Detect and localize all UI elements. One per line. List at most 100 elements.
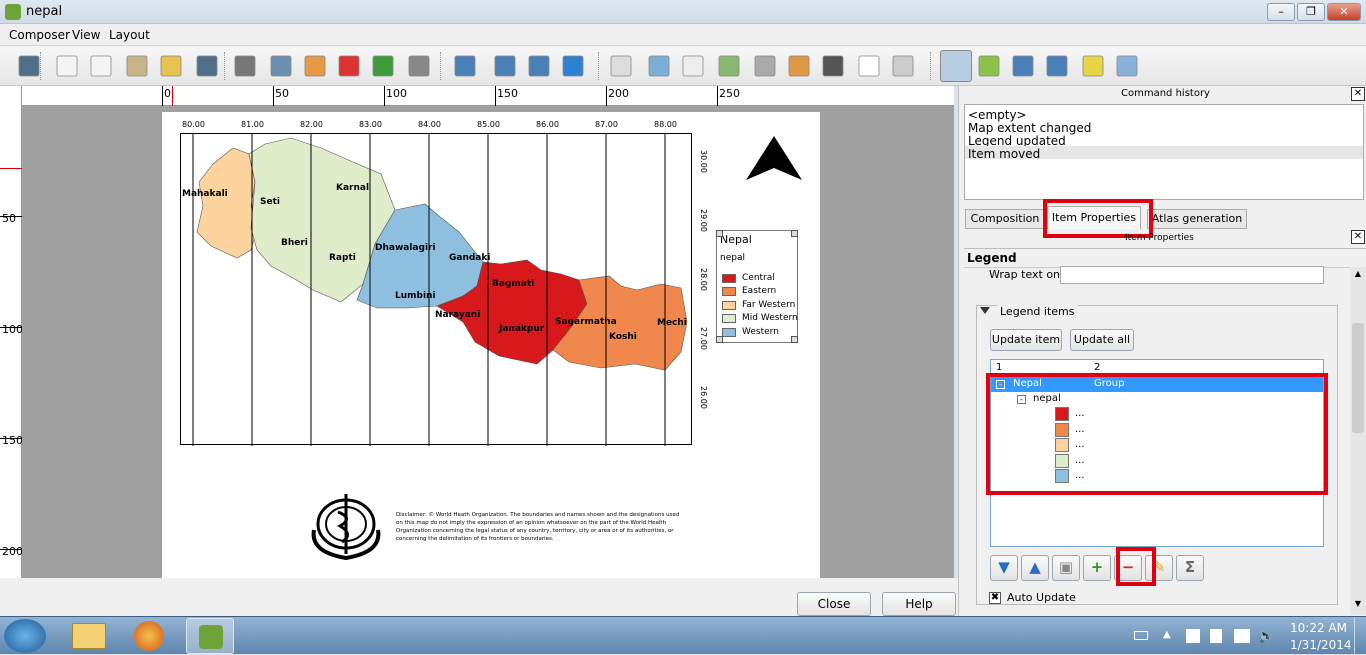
close-properties-button[interactable]: ✕ — [1351, 230, 1365, 244]
selection-handle[interactable] — [716, 230, 723, 237]
undo-icon[interactable] — [372, 55, 394, 77]
tab-composition[interactable]: Composition — [965, 209, 1045, 229]
clock-date[interactable]: 1/31/2014 — [1290, 638, 1352, 652]
command-history-list[interactable]: <empty> Map extent changed Legend update… — [964, 104, 1364, 200]
tab-atlas-generation[interactable]: Atlas generation — [1147, 209, 1247, 229]
duplicate-composer-icon[interactable] — [90, 55, 112, 77]
add-label-icon[interactable] — [682, 55, 704, 77]
tree-column-1[interactable]: 1 — [996, 362, 1002, 373]
move-content-icon[interactable] — [978, 55, 1000, 77]
add-group-icon[interactable]: ▣ — [1052, 555, 1080, 581]
add-scalebar-icon[interactable] — [754, 55, 776, 77]
menu-composer[interactable]: Composer — [9, 28, 70, 42]
maximize-button[interactable]: ❐ — [1297, 3, 1325, 21]
add-arrow-icon[interactable] — [822, 55, 844, 77]
add-map-icon[interactable] — [610, 55, 632, 77]
north-arrow-icon[interactable] — [744, 134, 804, 184]
close-button[interactable]: Close — [797, 592, 871, 616]
device-icon[interactable] — [1210, 629, 1222, 643]
tree-column-2[interactable]: 2 — [1094, 362, 1100, 373]
ruler-label: 100 — [2, 323, 23, 336]
raise-icon[interactable] — [1082, 55, 1104, 77]
zoom-in-icon[interactable] — [494, 55, 516, 77]
legend-items-label: Legend items — [997, 305, 1078, 318]
region-label: Narayani — [435, 310, 481, 320]
ruler-label: 200 — [2, 545, 23, 558]
update-item-button[interactable]: Update item — [990, 329, 1062, 351]
group-icon[interactable] — [1012, 55, 1034, 77]
keyboard-icon[interactable] — [1134, 631, 1148, 640]
save-template-icon[interactable] — [196, 55, 218, 77]
selection-handle[interactable] — [791, 336, 798, 343]
refresh-icon[interactable] — [562, 55, 584, 77]
legend-entry-label: Eastern — [742, 286, 777, 297]
action-center-icon[interactable] — [1186, 629, 1200, 643]
export-image-icon[interactable] — [270, 55, 292, 77]
highlight-box — [986, 373, 1328, 495]
minimize-button[interactable]: – — [1267, 3, 1295, 21]
load-template-icon[interactable] — [160, 55, 182, 77]
clock-time[interactable]: 10:22 AM — [1290, 621, 1347, 635]
add-item-icon[interactable]: + — [1083, 555, 1111, 581]
add-html-icon[interactable] — [892, 55, 914, 77]
selection-handle[interactable] — [791, 230, 798, 237]
move-down-icon[interactable]: ▼ — [990, 555, 1018, 581]
volume-icon[interactable]: 🔈 — [1258, 629, 1274, 644]
start-button[interactable] — [4, 619, 46, 653]
item-properties-subtitle: Item Properties — [1125, 233, 1194, 243]
show-desktop-button[interactable] — [1354, 617, 1366, 655]
export-svg-icon[interactable] — [304, 55, 326, 77]
region-label: Bagmati — [492, 279, 535, 289]
lat-label: 28.00 — [698, 268, 708, 291]
properties-scrollbar[interactable]: ▲ ▼ — [1350, 267, 1366, 615]
composer-canvas[interactable]: Mahakali Seti Karnal Bheri Rapti Dhawala… — [22, 106, 954, 578]
zoom-out-icon[interactable] — [528, 55, 550, 77]
export-pdf-icon[interactable] — [338, 55, 360, 77]
close-history-button[interactable]: ✕ — [1351, 87, 1365, 101]
select-icon[interactable] — [940, 50, 972, 82]
legend-entry-label: Far Western — [742, 299, 796, 310]
network-icon[interactable] — [1234, 629, 1250, 643]
history-item[interactable]: Map extent changed — [968, 121, 1091, 135]
map-item[interactable]: Mahakali Seti Karnal Bheri Rapti Dhawala… — [180, 133, 692, 446]
region-label: Karnal — [336, 183, 370, 193]
help-button[interactable]: Help — [882, 592, 956, 616]
add-shape-icon[interactable] — [788, 55, 810, 77]
toolbar-separator — [40, 52, 42, 80]
wrap-text-input[interactable] — [1060, 266, 1324, 284]
move-up-icon[interactable]: ▲ — [1021, 555, 1049, 581]
selection-handle[interactable] — [716, 336, 723, 343]
explorer-taskbar-icon[interactable] — [72, 623, 106, 649]
disclaimer-text: Disclaimer: © World Heath Organization. … — [396, 512, 680, 542]
section-title: Legend — [967, 251, 1017, 265]
collapse-arrow-icon[interactable] — [980, 307, 990, 314]
dialog-button-bar: Close Help — [0, 578, 958, 616]
title-bar: nepal – ❐ ✕ — [0, 0, 1366, 24]
history-item[interactable]: Item moved — [968, 147, 1040, 161]
print-icon[interactable] — [234, 55, 256, 77]
add-table-icon[interactable] — [858, 55, 880, 77]
add-image-icon[interactable] — [648, 55, 670, 77]
composer-manager-icon[interactable] — [126, 55, 148, 77]
show-hidden-icons[interactable]: ▲ — [1163, 629, 1171, 640]
menu-layout[interactable]: Layout — [109, 28, 150, 42]
zoom-full-icon[interactable] — [454, 55, 476, 77]
count-icon[interactable]: Σ — [1176, 555, 1204, 581]
wrap-text-label: Wrap text on — [989, 268, 1061, 281]
lon-label: 85.00 — [477, 120, 500, 129]
region-label: Gandaki — [449, 253, 491, 263]
close-window-button[interactable]: ✕ — [1327, 3, 1361, 21]
region-label: Bheri — [281, 238, 308, 248]
add-legend-icon[interactable] — [718, 55, 740, 77]
qgis-taskbar-button[interactable] — [186, 618, 234, 654]
align-icon[interactable] — [1116, 55, 1138, 77]
update-all-button[interactable]: Update all — [1070, 329, 1134, 351]
history-item[interactable]: <empty> — [968, 108, 1027, 122]
menu-view[interactable]: View — [72, 28, 100, 42]
redo-icon[interactable] — [408, 55, 430, 77]
new-composer-icon[interactable] — [56, 55, 78, 77]
auto-update-checkbox[interactable]: ✖ — [989, 592, 1001, 604]
save-icon[interactable] — [18, 55, 40, 77]
firefox-taskbar-icon[interactable] — [134, 621, 164, 651]
ungroup-icon[interactable] — [1046, 55, 1068, 77]
